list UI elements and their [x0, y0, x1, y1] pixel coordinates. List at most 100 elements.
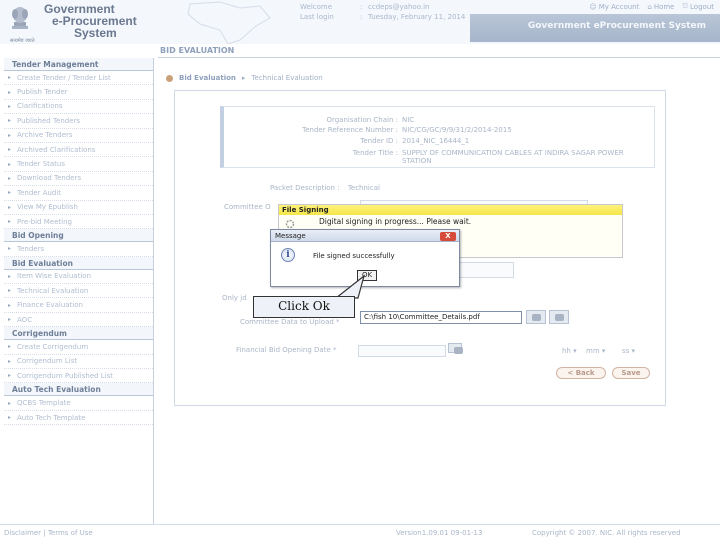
save-button[interactable]: Save: [612, 367, 650, 379]
footer: Disclaimer | Terms of Use Version1.09.01…: [0, 524, 720, 540]
welcome-label: Welcome: [300, 3, 333, 11]
sidebar-item[interactable]: ▸ Archived Clarifications: [4, 143, 153, 158]
system-title-bar: Government eProcurement System: [470, 14, 720, 42]
sidebar-item[interactable]: ▸ Corrigendum Published List: [4, 369, 153, 384]
chevron-right-icon: ▸: [8, 174, 12, 182]
sidebar-item[interactable]: ▸ Create Corrigendum: [4, 340, 153, 355]
sidebar-section-2: Bid Evaluation: [4, 256, 153, 270]
sidebar-item[interactable]: ▸ Pre-bid Meeting: [4, 215, 153, 230]
org-value: NIC: [402, 116, 415, 124]
emblem-caption: सत्यमेव जयते: [10, 38, 35, 44]
sidebar-section-1: Bid Opening: [4, 229, 153, 243]
sidebar-item[interactable]: ▸ Item Wise Evaluation: [4, 270, 153, 285]
sidebar-item[interactable]: ▸ Clarifications: [4, 100, 153, 115]
india-map-watermark: [187, 1, 271, 44]
minute-select[interactable]: mm ▾: [586, 347, 605, 355]
id-value: 2014_NIC_16444_1: [402, 137, 470, 145]
footer-links[interactable]: Disclaimer | Terms of Use: [4, 529, 93, 537]
logout-icon: ⎋: [682, 2, 689, 10]
title-row: Tender Title : SUPPLY OF COMMUNICATION C…: [228, 149, 652, 165]
org-label: Organisation Chain :: [326, 116, 398, 124]
packet-value: Technical: [347, 184, 380, 192]
chevron-right-icon: ▸: [8, 316, 12, 324]
sidebar-item-label: Tender Audit: [17, 188, 62, 197]
sidebar-item-label: Create Tender / Tender List: [17, 73, 111, 82]
ref-row: Tender Reference Number : NIC/CG/GC/9/9/…: [228, 126, 512, 134]
breadcrumb: Bid Evaluation ▸ Technical Evaluation: [166, 74, 323, 82]
chevron-right-icon: ▸: [8, 272, 12, 280]
chevron-right-icon: ▸: [8, 189, 12, 197]
sidebar-item[interactable]: ▸ Finance Evaluation: [4, 298, 153, 313]
calendar-icon[interactable]: [448, 343, 463, 354]
header: Government e-Procurement System सत्यमेव …: [0, 0, 720, 44]
sidebar-item-label: Download Tenders: [17, 174, 82, 183]
second-select[interactable]: ss ▾: [622, 347, 635, 355]
national-emblem-icon: [12, 7, 28, 29]
chevron-right-icon: ▸: [8, 245, 12, 253]
my-account-link[interactable]: ☺ My Account: [589, 2, 639, 11]
id-label: Tender ID :: [360, 137, 398, 145]
chevron-right-icon: ▸: [8, 131, 12, 139]
sidebar-item[interactable]: ▸ Published Tenders: [4, 114, 153, 129]
title-label: Tender Title :: [352, 149, 398, 157]
sign-upload-icon[interactable]: [549, 310, 569, 324]
ref-value: NIC/CG/GC/9/9/31/2/2014-2015: [402, 126, 512, 134]
footer-version: Version1.09.01 09-01-13: [396, 529, 483, 537]
lastlogin-label: Last login: [300, 13, 334, 21]
breadcrumb-icon: [166, 74, 173, 82]
only-jd-label: Only jd: [222, 294, 247, 302]
file-signing-title: File Signing: [279, 205, 622, 215]
breadcrumb-step-technical-evaluation: Technical Evaluation: [251, 74, 323, 82]
sidebar-item[interactable]: ▸ Corrigendum List: [4, 355, 153, 370]
sidebar-item[interactable]: ▸ Technical Evaluation: [4, 284, 153, 299]
sidebar-item[interactable]: ▸ Tender Status: [4, 157, 153, 172]
back-button[interactable]: < Back: [556, 367, 606, 379]
home-icon: ⌂: [647, 2, 652, 11]
chevron-right-icon: ▸: [8, 102, 12, 110]
sidebar: Tender Management ▸ Create Tender / Tender…: [4, 58, 154, 524]
sidebar-item[interactable]: ▸ Create Tender / Tender List: [4, 71, 153, 86]
chevron-right-icon: ▸: [8, 414, 12, 421]
sidebar-item-label: Item Wise Evaluation: [17, 272, 92, 281]
sidebar-item-label: Publish Tender: [17, 88, 68, 97]
chevron-right-icon: ▸: [8, 117, 12, 125]
sidebar-item[interactable]: ▸ QCBS Template: [4, 396, 153, 411]
chevron-right-icon: ▸: [8, 372, 12, 380]
loading-spinner-icon: [285, 219, 295, 229]
close-icon[interactable]: X: [440, 232, 456, 241]
info-icon: i: [281, 248, 295, 262]
sidebar-item[interactable]: ▸ Tender Audit: [4, 186, 153, 201]
sidebar-section-4: Auto Tech Evaluation: [4, 383, 153, 397]
sidebar-item-label: Finance Evaluation: [17, 301, 83, 310]
sidebar-item[interactable]: ▸ Publish Tender: [4, 85, 153, 100]
home-link[interactable]: ⌂ Home: [647, 2, 674, 11]
home-label: Home: [653, 2, 675, 11]
hour-select[interactable]: hh ▾: [562, 347, 577, 355]
logout-link[interactable]: ⎋ Logout: [682, 2, 714, 11]
sidebar-item[interactable]: ▸ Auto Tech Template: [4, 411, 153, 426]
sidebar-item-label: Pre-bid Meeting: [17, 217, 72, 226]
opening-date-input[interactable]: [358, 345, 446, 357]
id-row: Tender ID : 2014_NIC_16444_1: [228, 137, 469, 145]
breadcrumb-step-bid-evaluation[interactable]: Bid Evaluation: [179, 74, 236, 82]
browse-icon[interactable]: [526, 310, 546, 324]
user-icon: ☺: [589, 2, 597, 11]
sidebar-item[interactable]: ▸ Download Tenders: [4, 172, 153, 187]
sidebar-item[interactable]: ▸ Tenders: [4, 242, 153, 257]
sidebar-item-label: Tender Status: [17, 160, 66, 169]
minute-value: mm: [586, 347, 600, 355]
message-dialog-title: Message: [271, 230, 459, 242]
sidebar-item-label: Technical Evaluation: [17, 286, 89, 295]
sidebar-section-3: Corrigendum: [4, 327, 153, 341]
sidebar-item-label: Corrigendum Published List: [17, 371, 114, 380]
chevron-right-icon: ▸: [8, 301, 12, 309]
upload-file-input[interactable]: C:\fish 10\Committee_Details.pdf: [360, 311, 522, 324]
sidebar-item[interactable]: ▸ AOC: [4, 313, 153, 328]
packet-label: Packet Description :: [270, 184, 340, 192]
logout-label: Logout: [690, 2, 714, 11]
title-value: SUPPLY OF COMMUNICATION CABLES AT INDIRA…: [402, 149, 624, 165]
upload-label: Committee Data to Upload *: [240, 318, 340, 326]
chevron-right-icon: ▸: [8, 203, 12, 211]
sidebar-item[interactable]: ▸ Archive Tenders: [4, 129, 153, 143]
sidebar-item[interactable]: ▸ View My Epublish: [4, 201, 153, 215]
